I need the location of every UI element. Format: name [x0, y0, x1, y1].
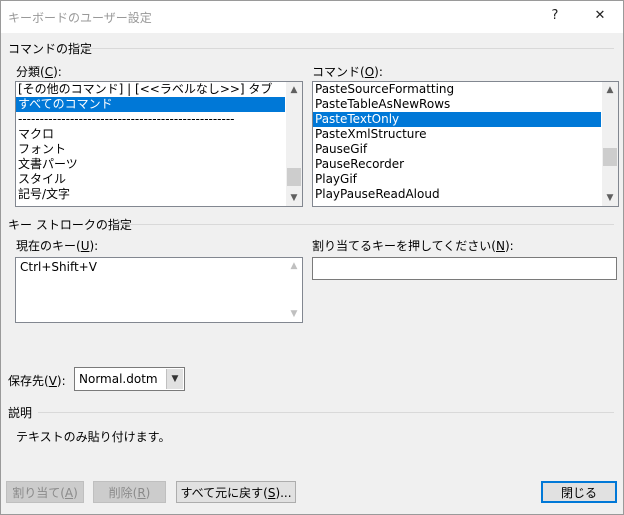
scroll-thumb[interactable]	[603, 148, 617, 166]
list-item[interactable]: PasteTextOnly	[313, 112, 601, 127]
list-item[interactable]: マクロ	[16, 127, 285, 142]
list-item[interactable]: PasteTableAsNewRows	[313, 97, 601, 112]
reset-all-button[interactable]: すべて元に戻す(S)...	[176, 481, 296, 503]
scroll-up-icon[interactable]: ▲	[602, 82, 618, 98]
chevron-down-icon[interactable]: ▼	[166, 369, 183, 389]
scroll-down-icon[interactable]: ▼	[602, 190, 618, 206]
command-spec-divider	[82, 48, 614, 49]
new-key-label: 割り当てるキーを押してください(N):	[312, 239, 514, 253]
categories-listbox[interactable]: [その他のコマンド] | [<<ラベルなし>>] タブ すべてのコマンド -----…	[15, 81, 303, 207]
close-icon: ✕	[594, 8, 606, 23]
commands-scrollbar[interactable]: ▲ ▼	[602, 82, 618, 206]
description-heading: 説明	[8, 406, 33, 420]
save-in-value: Normal.dotm	[79, 372, 158, 386]
list-item[interactable]: PasteSourceFormatting	[313, 82, 601, 97]
window-title: キーボードのユーザー設定	[8, 11, 152, 25]
save-in-label: 保存先(V):	[8, 374, 66, 388]
close-window-button[interactable]: ✕	[577, 0, 623, 32]
list-item[interactable]: ----------------------------------------…	[16, 112, 285, 127]
current-keys-scrollbar[interactable]: ▲ ▼	[286, 258, 302, 322]
command-spec-heading: コマンドの指定	[8, 42, 93, 56]
list-item[interactable]: PlayGif	[313, 172, 601, 187]
current-keys-listbox[interactable]: Ctrl+Shift+V ▲ ▼	[15, 257, 303, 323]
list-item[interactable]: PauseGif	[313, 142, 601, 157]
keystroke-heading: キー ストロークの指定	[8, 218, 132, 232]
list-item[interactable]: PlayPauseReadAloud	[313, 187, 601, 202]
list-item[interactable]: [その他のコマンド] | [<<ラベルなし>>] タブ	[16, 82, 285, 97]
commands-label: コマンド(O):	[312, 65, 383, 79]
close-button[interactable]: 閉じる	[541, 481, 617, 503]
save-in-select[interactable]: Normal.dotm ▼	[74, 367, 185, 391]
categories-label: 分類(C):	[16, 65, 62, 79]
current-keys-label: 現在のキー(U):	[16, 239, 99, 253]
assign-button[interactable]: 割り当て(A)	[6, 481, 84, 503]
scroll-down-icon[interactable]: ▼	[286, 306, 302, 322]
description-divider	[38, 412, 614, 413]
description-text: テキストのみ貼り付けます。	[16, 430, 171, 444]
scroll-down-icon[interactable]: ▼	[286, 190, 302, 206]
new-key-input[interactable]	[312, 257, 617, 280]
categories-scrollbar[interactable]: ▲ ▼	[286, 82, 302, 206]
help-button[interactable]: ?	[532, 0, 578, 32]
keystroke-divider	[116, 224, 614, 225]
current-key-item[interactable]: Ctrl+Shift+V	[18, 260, 97, 275]
list-item[interactable]: PauseRecorder	[313, 157, 601, 172]
list-item[interactable]: 記号/文字	[16, 187, 285, 202]
list-item[interactable]: スタイル	[16, 172, 285, 187]
remove-button[interactable]: 削除(R)	[93, 481, 166, 503]
scroll-thumb[interactable]	[287, 168, 301, 186]
list-item[interactable]: フォント	[16, 142, 285, 157]
list-item[interactable]: すべてのコマンド	[16, 97, 285, 112]
list-item[interactable]: PasteXmlStructure	[313, 127, 601, 142]
scroll-up-icon[interactable]: ▲	[286, 258, 302, 274]
list-item[interactable]: 文書パーツ	[16, 157, 285, 172]
scroll-up-icon[interactable]: ▲	[286, 82, 302, 98]
commands-listbox[interactable]: PasteSourceFormatting PasteTableAsNewRows…	[312, 81, 619, 207]
